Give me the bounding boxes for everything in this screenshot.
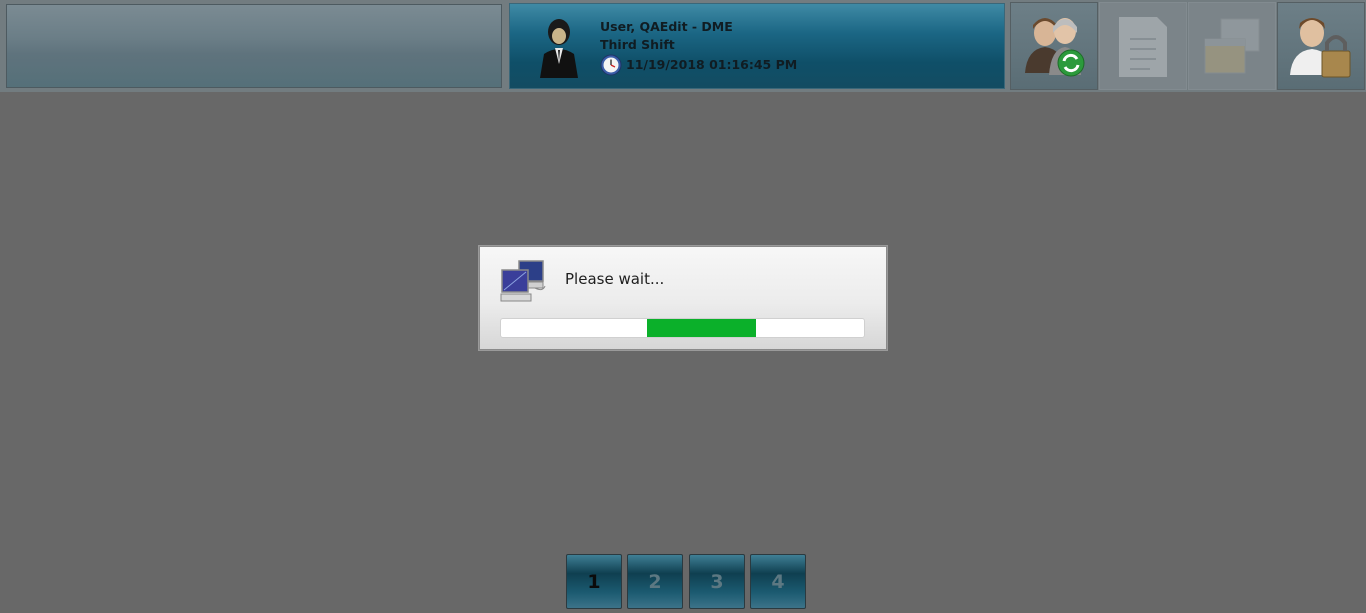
windows-button[interactable] xyxy=(1188,2,1276,90)
progress-fill xyxy=(647,319,756,337)
document-list-icon xyxy=(1119,17,1167,77)
dialog-message: Please wait... xyxy=(565,270,665,288)
page-button-4[interactable]: 4 xyxy=(750,554,806,609)
user-name: User, QAEdit - DME xyxy=(600,19,733,34)
user-info-panel: User, QAEdit - DME Third Shift 11/19/201… xyxy=(509,3,1005,89)
header-left-panel xyxy=(6,4,502,88)
page-button-1[interactable]: 1 xyxy=(566,554,622,609)
progress-bar xyxy=(500,318,865,338)
lock-user-button[interactable] xyxy=(1277,2,1365,90)
current-datetime: 11/19/2018 01:16:45 PM xyxy=(626,57,798,72)
user-avatar-icon xyxy=(540,19,578,78)
switch-user-button[interactable] xyxy=(1010,2,1098,90)
user-lock-icon xyxy=(1290,18,1351,78)
please-wait-dialog: Please wait... xyxy=(478,245,888,351)
windows-icon xyxy=(1204,18,1260,74)
user-shift: Third Shift xyxy=(600,37,675,52)
top-bar: User, QAEdit - DME Third Shift 11/19/201… xyxy=(0,0,1366,92)
network-computers-icon xyxy=(500,260,546,302)
page-button-3[interactable]: 3 xyxy=(689,554,745,609)
users-refresh-icon xyxy=(1025,18,1085,77)
documents-button[interactable] xyxy=(1099,2,1187,90)
clock-icon xyxy=(600,54,622,76)
page-button-2[interactable]: 2 xyxy=(627,554,683,609)
